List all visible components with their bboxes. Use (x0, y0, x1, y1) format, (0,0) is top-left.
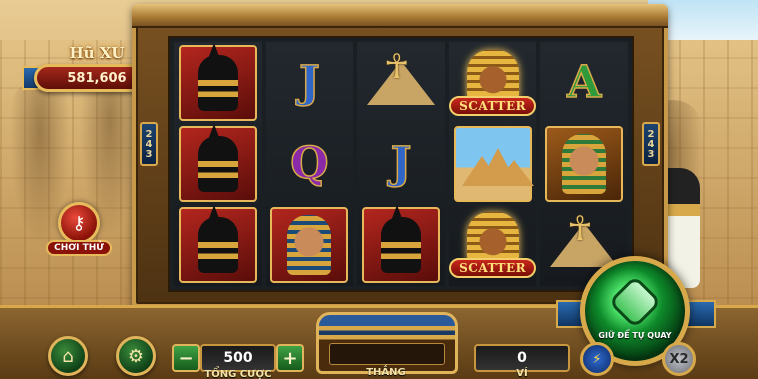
home-button[interactable]: ⌂ (48, 336, 88, 376)
reel-column: A ☥ (540, 42, 628, 286)
reel-column: ☥ J (357, 42, 445, 286)
reel-column: JQ (265, 42, 354, 286)
reel-frame-header (132, 4, 668, 28)
spin-caption: GIỮ ĐỂ TỰ QUAY (598, 330, 672, 340)
scatter-label: SCATTER (449, 258, 537, 279)
try-play-label: CHƠI THỬ (46, 240, 112, 256)
win-display (316, 312, 458, 374)
lightning-icon: ⚡ (592, 351, 602, 367)
pyramids-icon (453, 125, 534, 202)
letter-q-icon: Q (270, 126, 348, 202)
letter-j-icon: J (362, 126, 440, 202)
anubis-icon (178, 205, 257, 284)
letter-a-icon: A (545, 45, 623, 121)
settings-button[interactable]: ⚙ (116, 336, 156, 376)
anubis-icon (178, 42, 257, 121)
bet-increase-button[interactable]: + (276, 344, 304, 372)
spin-icon (608, 274, 662, 329)
gear-icon: ⚙ (127, 345, 145, 367)
anubis-icon (361, 205, 440, 284)
x2-button[interactable]: X2 (662, 342, 696, 376)
symbol-letter: Q (289, 137, 329, 189)
pharaoh-icon (270, 207, 349, 284)
scatter-label: SCATTER (449, 95, 537, 116)
win-value-box (329, 343, 445, 365)
symbol-letter: A (566, 56, 602, 108)
reel-column: SCATTER SCATTER (448, 42, 537, 286)
bet-caption: TỔNG CƯỢC (204, 369, 272, 379)
home-icon: ⌂ (62, 345, 74, 367)
ankh-pyramid-icon: ☥ (362, 45, 440, 121)
win-caption: THẮNG (366, 367, 406, 378)
try-play-button[interactable]: ⚷ CHƠI THỬ (44, 202, 114, 266)
letter-j-icon: J (270, 45, 348, 121)
symbol-letter: J (298, 56, 320, 108)
scatter-icon: SCATTER (449, 207, 537, 283)
anubis-icon (178, 123, 257, 202)
bet-decrease-button[interactable]: − (172, 344, 200, 372)
ways-badge-right: 243 (642, 122, 660, 166)
reel-column (174, 42, 262, 286)
bet-value-display: 500 (200, 344, 276, 372)
pharaoh-icon (545, 125, 624, 202)
turbo-button[interactable]: ⚡ (580, 342, 614, 376)
slot-reels: J Q ☥ J SCATTER SCATTER A ☥ (168, 36, 634, 292)
ways-badge-left: 243 (140, 122, 158, 166)
scatter-icon: SCATTER (449, 45, 537, 121)
balance-caption: VÍ (516, 368, 528, 379)
symbol-letter: J (390, 137, 412, 189)
keyhole-icon: ⚷ (58, 202, 100, 244)
